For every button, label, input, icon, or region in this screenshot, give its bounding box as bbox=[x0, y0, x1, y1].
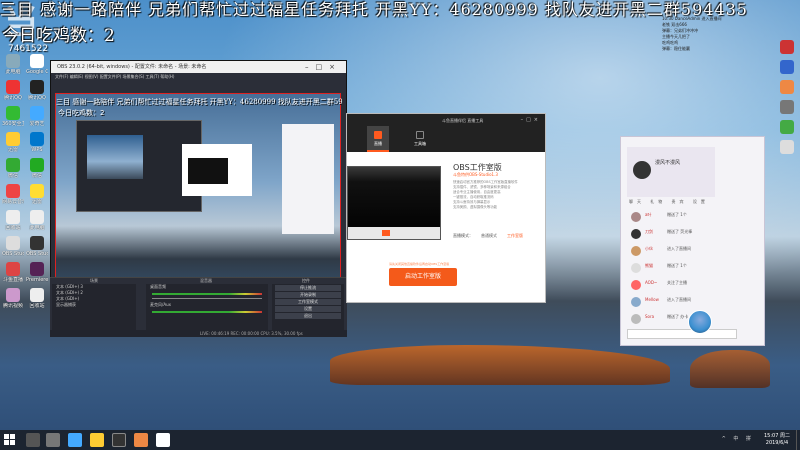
start-studio-button[interactable]: 启动工作室版 bbox=[389, 268, 457, 286]
taskbar-app-icon[interactable] bbox=[134, 433, 148, 447]
exit-button[interactable]: 退出 bbox=[275, 313, 341, 319]
desktop-icon[interactable]: 回收站 bbox=[26, 288, 48, 309]
desktop-icon[interactable]: 爱奇艺 bbox=[26, 106, 48, 127]
stream-win-count: 今日吃鸡数：2 bbox=[2, 26, 115, 46]
avatar bbox=[633, 161, 651, 179]
system-tray[interactable]: ^ 中 拼 bbox=[722, 435, 754, 442]
product-description: 快速启动官方推荐的OBS工作室版直播软件 支持插件、滤镜、多种场景和来源组合 适… bbox=[453, 180, 518, 209]
taskbar: ^ 中 拼 15:07 周二 2019/6/4 bbox=[0, 430, 800, 450]
desktop-icon[interactable]: 回收站 bbox=[2, 210, 24, 231]
preview-banner: 三目 感谢一路陪伴 兄弟们帮忙过过福星任务拜托 开黑YY：46280999 找队… bbox=[56, 98, 342, 106]
volume-meter bbox=[152, 311, 262, 313]
obs-titlebar[interactable]: OBS 23.0.2 (64-bit, windows) - 配置文件: 未命名… bbox=[51, 61, 346, 73]
taskbar-app-icon[interactable] bbox=[68, 433, 82, 447]
obs-docks: 场景 混音器 控件 文本 (GDI+) 3 文本 (GDI+) 2 文本 (GD… bbox=[50, 277, 347, 337]
audio-mixer[interactable]: 桌面音频 麦克风/Aux bbox=[146, 284, 268, 332]
danmaku-overlay: 10:30 DanceAdmin 进入直播间 老铁 双击666 弹幕：兄弟们冲冲… bbox=[662, 16, 772, 146]
obs-preview-thumbnail bbox=[347, 166, 441, 240]
wallpaper-rock bbox=[330, 345, 670, 385]
desktop-icon-column-2: Google Chrome 腾讯QQ 爱奇艺 WPS 微信 迅雷 此电脑 OBS… bbox=[26, 54, 50, 314]
host-avatar[interactable] bbox=[688, 310, 712, 334]
obs-menubar[interactable]: 文件(F) 编辑(E) 视图(V) 配置文件(P) 场景集合(S) 工具(T) … bbox=[51, 73, 346, 81]
desktop-icon[interactable] bbox=[780, 100, 794, 114]
chat-message: 小伙 进入了直播间 bbox=[627, 245, 757, 259]
mixer-channel-label: 麦克风/Aux bbox=[150, 302, 171, 307]
chat-message: 刀剑 赠送了 荧光棒 bbox=[627, 228, 757, 242]
mode-label: 直播模式： bbox=[453, 233, 473, 238]
tab-live[interactable]: 直播 bbox=[367, 126, 389, 152]
desktop-icon[interactable]: 腾讯视频 bbox=[2, 288, 24, 309]
mode-option-studio[interactable]: 工作室版 bbox=[507, 233, 523, 239]
desktop-icon-column: 此电脑 腾讯QQ 360安全卫士 迅雷 微信 网易云音乐 回收站 OBS Stu… bbox=[2, 54, 26, 314]
companion-header: 斗鱼直播伴侣 直播工具 –□× 直播 工具箱 bbox=[347, 114, 545, 152]
window-controls[interactable]: –□× bbox=[521, 117, 541, 123]
desktop-icon[interactable]: 迅雷 bbox=[26, 184, 48, 205]
chat-tabs[interactable]: 聊天 礼物 贵宾 设置 bbox=[629, 199, 715, 207]
source-item[interactable]: 显示器捕获 bbox=[52, 302, 136, 308]
mixer-channel-label: 桌面音频 bbox=[150, 284, 166, 289]
streamer-profile: 漫风不漫风 bbox=[627, 147, 715, 197]
wallpaper-rock-2 bbox=[690, 350, 770, 388]
desktop-icon[interactable]: 微信 bbox=[26, 158, 48, 179]
desktop-icon[interactable] bbox=[780, 80, 794, 94]
settings-button[interactable]: 设置 bbox=[275, 306, 341, 312]
nested-dialog bbox=[182, 144, 252, 196]
companion-brand: 斗鱼直播伴侣 直播工具 bbox=[442, 118, 484, 123]
desktop-icon[interactable]: 腾讯QQ bbox=[2, 80, 24, 101]
nested-chat bbox=[282, 124, 334, 234]
volume-slider[interactable] bbox=[152, 298, 262, 299]
desktop-icon[interactable] bbox=[780, 40, 794, 54]
desktop-icon[interactable]: Premiere bbox=[26, 262, 48, 283]
search-icon[interactable] bbox=[26, 433, 40, 447]
live-icon bbox=[374, 131, 382, 139]
desktop-icon[interactable]: 此电脑 bbox=[26, 210, 48, 231]
start-recording-button[interactable]: 开始录制 bbox=[275, 292, 341, 298]
preview-win-count: 今日吃鸡数：2 bbox=[58, 109, 105, 117]
chat-message: 熊猫 赠送了 1个 bbox=[627, 262, 757, 276]
chat-message: Mellow 进入了直播间 bbox=[627, 296, 757, 310]
desktop-icon[interactable]: 斗鱼直播 bbox=[2, 262, 24, 283]
product-version: 斗鱼特供OBS-Studio1.3 bbox=[453, 172, 498, 177]
desktop-icon[interactable] bbox=[780, 60, 794, 74]
streamer-name: 漫风不漫风 bbox=[655, 160, 681, 166]
volume-meter bbox=[152, 293, 262, 295]
taskbar-app-icon[interactable] bbox=[156, 433, 170, 447]
window-controls[interactable]: –□× bbox=[305, 61, 342, 73]
windows-start-icon[interactable] bbox=[4, 434, 16, 446]
desktop-icon[interactable]: 微信 bbox=[2, 158, 24, 179]
desktop-icon[interactable] bbox=[780, 140, 794, 154]
desktop-icon[interactable]: 腾讯QQ bbox=[26, 80, 48, 101]
hint-text: 请先关闭其他直播软件后再启动OBS工作室版 bbox=[389, 262, 450, 266]
obs-statusbar: LIVE: 00:46:19 REC: 00:00:00 CPU: 3.5%, … bbox=[50, 330, 347, 337]
stream-room-id: 7461522 bbox=[8, 44, 49, 54]
desktop-icon[interactable]: OBS Studio bbox=[2, 236, 24, 257]
danmaku-line: 弹幕：稳住能赢 bbox=[662, 46, 690, 51]
desktop-icon[interactable] bbox=[780, 120, 794, 134]
task-view-icon[interactable] bbox=[46, 433, 60, 447]
sources-list[interactable]: 文本 (GDI+) 3 文本 (GDI+) 2 文本 (GDI+) 显示器捕获 bbox=[52, 284, 136, 332]
show-desktop-button[interactable] bbox=[796, 430, 800, 450]
live-companion-window[interactable]: 斗鱼直播伴侣 直播工具 –□× 直播 工具箱 OBS工作室版 斗鱼特供OBS-S… bbox=[346, 113, 546, 303]
toolbox-icon bbox=[416, 131, 424, 139]
chat-input[interactable] bbox=[627, 329, 737, 339]
obs-title: OBS 23.0.2 (64-bit, windows) - 配置文件: 未命名… bbox=[57, 64, 207, 70]
desktop-icon[interactable]: WPS bbox=[26, 132, 48, 153]
desktop-icon[interactable]: 此电脑 bbox=[2, 54, 24, 75]
desktop-icon[interactable]: Google Chrome bbox=[26, 54, 48, 75]
chat-message: AOD~ 关注了主播 bbox=[627, 279, 757, 293]
taskbar-clock[interactable]: 15:07 周二 2019/6/4 bbox=[764, 433, 790, 447]
desktop-icon[interactable]: OBS Studio bbox=[26, 236, 48, 257]
desktop-icon[interactable]: 网易云音乐 bbox=[2, 184, 24, 205]
stop-streaming-button[interactable]: 停止推流 bbox=[275, 285, 341, 291]
desktop-icon-column-right bbox=[776, 40, 798, 160]
desktop-icon[interactable]: 迅雷 bbox=[2, 132, 24, 153]
mode-option-normal[interactable]: 普通模式 bbox=[481, 233, 497, 239]
controls-dock: 停止推流 开始录制 工作室模式 设置 退出 bbox=[272, 284, 344, 332]
taskbar-app-icon[interactable] bbox=[112, 433, 126, 447]
studio-mode-button[interactable]: 工作室模式 bbox=[275, 299, 341, 305]
desktop-icon[interactable]: 360安全卫士 bbox=[2, 106, 24, 127]
tab-toolbox[interactable]: 工具箱 bbox=[409, 126, 431, 152]
chat-message: a叶 赠送了 1个 bbox=[627, 211, 757, 225]
taskbar-app-icon[interactable] bbox=[90, 433, 104, 447]
